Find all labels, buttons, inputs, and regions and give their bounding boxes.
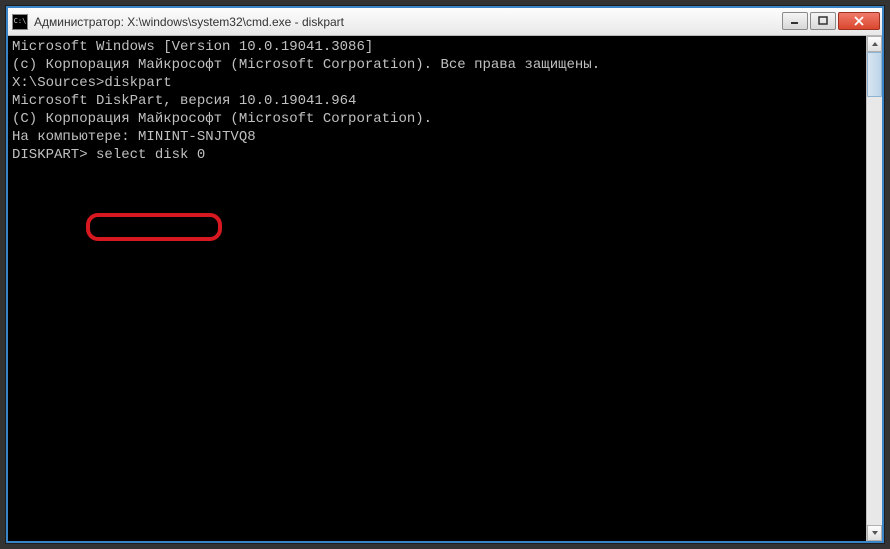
output-line: На компьютере: MININT-SNJTVQ8 [12, 128, 862, 146]
close-button[interactable] [838, 12, 880, 30]
output-line: Microsoft Windows [Version 10.0.19041.30… [12, 38, 862, 56]
output-line: (C) Корпорация Майкрософт (Microsoft Cor… [12, 110, 862, 128]
annotation-highlight [86, 213, 222, 241]
client-area: Microsoft Windows [Version 10.0.19041.30… [8, 36, 882, 541]
scroll-down-button[interactable] [867, 525, 882, 541]
maximize-button[interactable] [810, 12, 836, 30]
titlebar[interactable]: C:\ Администратор: X:\windows\system32\c… [8, 8, 882, 36]
vertical-scrollbar[interactable] [866, 36, 882, 541]
cmd-icon: C:\ [12, 14, 28, 30]
scroll-up-button[interactable] [867, 36, 882, 52]
window-controls [782, 12, 880, 32]
scroll-thumb[interactable] [867, 52, 882, 97]
output-line: Microsoft DiskPart, версия 10.0.19041.96… [12, 92, 862, 110]
prompt-line: DISKPART> select disk 0 [12, 146, 862, 164]
cmd-window: C:\ Администратор: X:\windows\system32\c… [6, 6, 884, 543]
minimize-button[interactable] [782, 12, 808, 30]
terminal-output[interactable]: Microsoft Windows [Version 10.0.19041.30… [8, 36, 866, 541]
window-title: Администратор: X:\windows\system32\cmd.e… [34, 15, 782, 29]
prompt-label: DISKPART> [12, 147, 88, 163]
typed-command: select disk 0 [88, 147, 206, 163]
scroll-track[interactable] [867, 52, 882, 525]
output-line: (c) Корпорация Майкрософт (Microsoft Cor… [12, 56, 862, 74]
output-line: X:\Sources>diskpart [12, 74, 862, 92]
